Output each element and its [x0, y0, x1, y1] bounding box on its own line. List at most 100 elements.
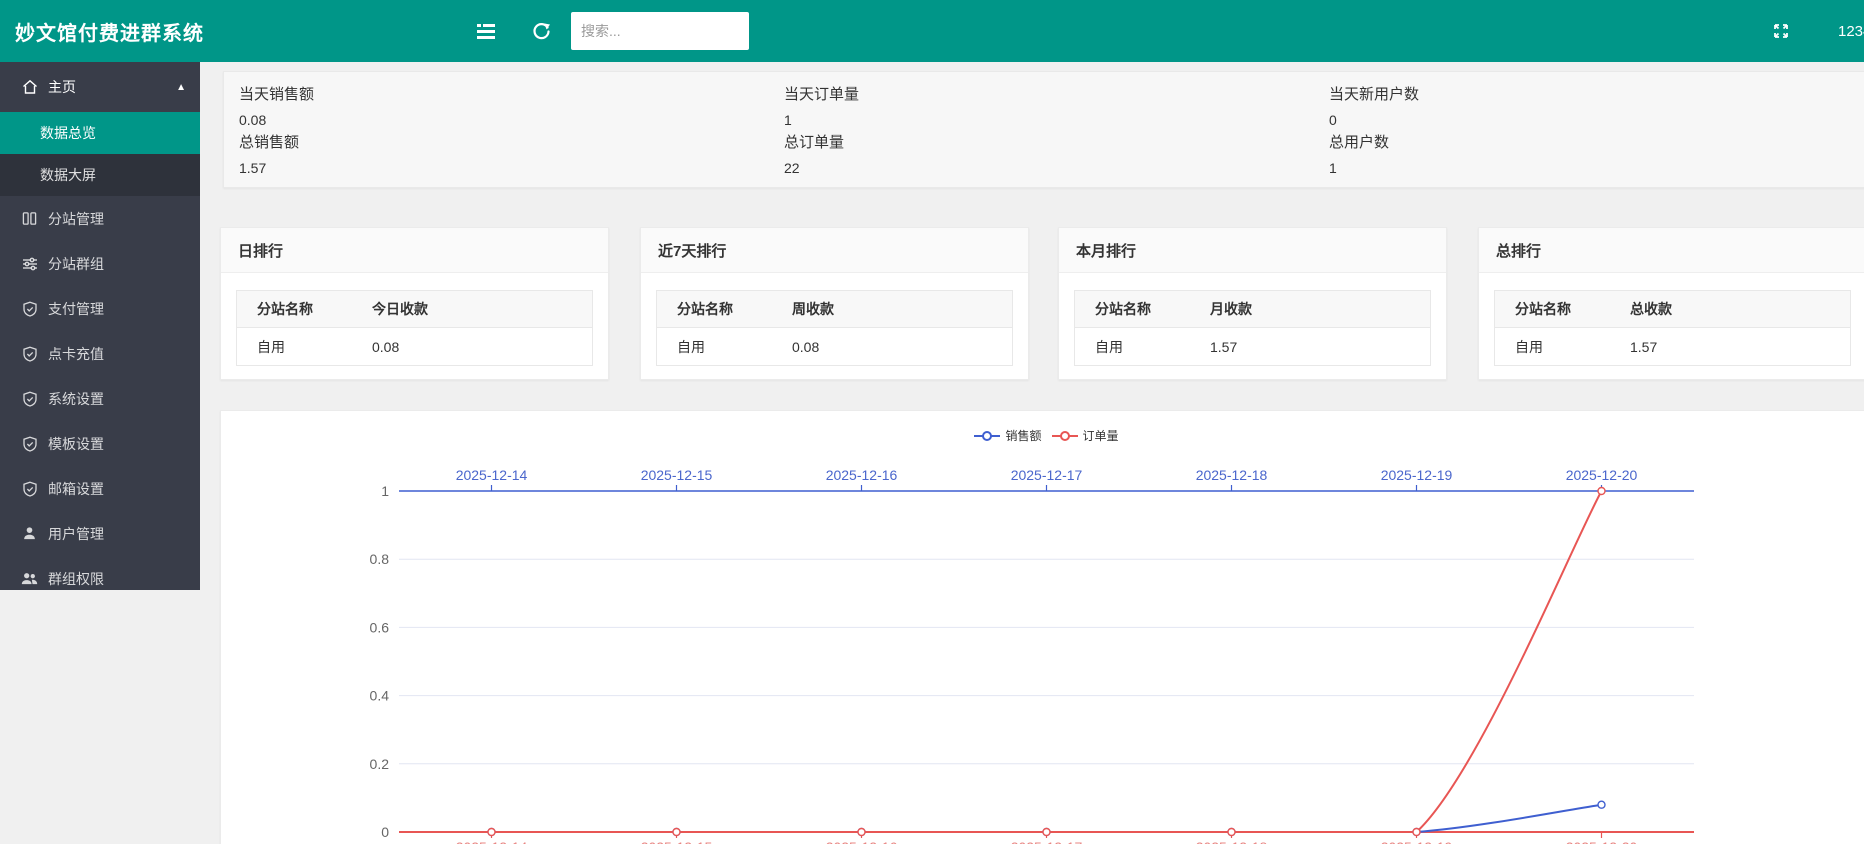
col-site-name: 分站名称: [237, 299, 372, 319]
stat-value: 22: [784, 158, 1329, 178]
sidebar-item-label: 群组权限: [48, 569, 104, 589]
search-input[interactable]: [571, 12, 749, 50]
sales-orders-line-chart: 0 0.2 0.4 0.6 0.8 1 2025-12-14 2025-12-15 2025-1…: [221, 411, 1864, 844]
svg-text:2025-12-15: 2025-12-15: [641, 839, 713, 844]
ranking-table: 分站名称 总收款 自用 1.57: [1494, 290, 1851, 366]
sidebar-item-label: 分站群组: [48, 254, 104, 274]
stat-label: 总用户数: [1329, 132, 1864, 154]
ranking-table-header: 分站名称 总收款: [1495, 291, 1850, 328]
svg-text:0.4: 0.4: [370, 688, 390, 704]
shield-check-icon: [21, 390, 38, 407]
ranking-card-title: 日排行: [221, 228, 608, 273]
stat-value: 0: [1329, 110, 1864, 130]
ranking-table-header: 分站名称 周收款: [657, 291, 1012, 328]
stat-label: 总销售额: [239, 132, 784, 154]
sidebar-item-label: 点卡充值: [48, 344, 104, 364]
table-row: 自用 0.08: [237, 328, 592, 365]
svg-text:2025-12-14: 2025-12-14: [456, 467, 528, 483]
sidebar-subitem-label: 数据大屏: [40, 165, 96, 185]
sidebar-item-home[interactable]: 主页 ▲: [0, 62, 200, 112]
table-row: 自用 0.08: [657, 328, 1012, 365]
sales-orders-chart-card: 销售额订单量 00.20.40.60.812025-12-142025-12-1…: [220, 410, 1864, 844]
cell-amount: 1.57: [1210, 339, 1430, 355]
sidebar-subitem-data-screen[interactable]: 数据大屏: [0, 154, 200, 196]
cell-amount: 1.57: [1630, 339, 1850, 355]
col-amount: 月收款: [1210, 299, 1430, 319]
cell-amount: 0.08: [372, 339, 592, 355]
col-site-name: 分站名称: [1075, 299, 1210, 319]
sidebar-item-substation-groups[interactable]: 分站群组: [0, 241, 200, 286]
stat-today-orders: 当天订单量 1: [784, 84, 1329, 132]
col-site-name: 分站名称: [1495, 299, 1630, 319]
col-site-name: 分站名称: [657, 299, 792, 319]
sidebar-item-label: 邮箱设置: [48, 479, 104, 499]
sidebar-item-group-permissions[interactable]: 群组权限: [0, 556, 200, 601]
svg-text:0.8: 0.8: [370, 551, 390, 567]
cell-amount: 0.08: [792, 339, 1012, 355]
ranking-table: 分站名称 今日收款 自用 0.08: [236, 290, 593, 366]
sidebar-item-label: 模板设置: [48, 434, 104, 454]
sidebar-item-system-settings[interactable]: 系统设置: [0, 376, 200, 421]
sidebar-item-label: 用户管理: [48, 524, 104, 544]
panels-icon: [21, 210, 38, 227]
table-row: 自用 1.57: [1495, 328, 1850, 365]
app-title: 妙文馆付费进群系统: [15, 0, 204, 62]
cell-site-name: 自用: [1075, 337, 1210, 357]
sidebar-item-label: 分站管理: [48, 209, 104, 229]
stat-value: 1: [784, 110, 1329, 130]
sidebar-item-label: 主页: [48, 77, 76, 97]
svg-text:0.2: 0.2: [370, 756, 390, 772]
sidebar-item-mail-settings[interactable]: 邮箱设置: [0, 466, 200, 511]
user-icon: [21, 525, 38, 542]
shield-check-icon: [21, 300, 38, 317]
svg-text:2025-12-20: 2025-12-20: [1566, 467, 1638, 483]
cell-site-name: 自用: [657, 337, 792, 357]
stat-today-new-users: 当天新用户数 0: [1329, 84, 1864, 132]
ranking-card-daily: 日排行 分站名称 今日收款 自用 0.08: [220, 227, 609, 380]
svg-text:0: 0: [381, 824, 389, 840]
svg-text:2025-12-17: 2025-12-17: [1011, 839, 1083, 844]
home-icon: [21, 79, 38, 96]
svg-text:2025-12-17: 2025-12-17: [1011, 467, 1083, 483]
ranking-card-7days: 近7天排行 分站名称 周收款 自用 0.08: [640, 227, 1029, 380]
sidebar-item-substation-manage[interactable]: 分站管理: [0, 196, 200, 241]
sidebar-item-template-settings[interactable]: 模板设置: [0, 421, 200, 466]
ranking-table: 分站名称 月收款 自用 1.57: [1074, 290, 1431, 366]
sidebar-item-label: 系统设置: [48, 389, 104, 409]
stat-total-orders: 总订单量 22: [784, 132, 1329, 180]
sliders-icon: [21, 255, 38, 272]
sidebar-subitem-label: 数据总览: [40, 123, 96, 143]
stat-value: 1.57: [239, 158, 784, 178]
fullscreen-icon[interactable]: [1761, 0, 1801, 62]
table-row: 自用 1.57: [1075, 328, 1430, 365]
svg-text:2025-12-18: 2025-12-18: [1196, 467, 1268, 483]
col-amount: 周收款: [792, 299, 1012, 319]
sidebar-nav: 主页 ▲ 数据总览 数据大屏 分站管理 分站群组 支付管理: [0, 62, 200, 590]
stat-today-sales: 当天销售额 0.08: [239, 84, 784, 132]
svg-text:2025-12-14: 2025-12-14: [456, 839, 528, 844]
chevron-up-icon: ▲: [176, 82, 186, 93]
sidebar-subitem-data-overview[interactable]: 数据总览: [0, 112, 200, 154]
svg-text:2025-12-19: 2025-12-19: [1381, 467, 1453, 483]
username[interactable]: 12345: [1838, 0, 1864, 62]
stat-value: 0.08: [239, 110, 784, 130]
menu-toggle-icon[interactable]: [466, 0, 506, 62]
svg-text:0.6: 0.6: [370, 619, 390, 635]
sidebar-item-payment-manage[interactable]: 支付管理: [0, 286, 200, 331]
svg-text:2025-12-16: 2025-12-16: [826, 467, 898, 483]
cell-site-name: 自用: [237, 337, 372, 357]
ranking-table-header: 分站名称 月收款: [1075, 291, 1430, 328]
col-amount: 今日收款: [372, 299, 592, 319]
sidebar-item-user-manage[interactable]: 用户管理: [0, 511, 200, 556]
svg-text:2025-12-18: 2025-12-18: [1196, 839, 1268, 844]
svg-text:1: 1: [381, 483, 389, 499]
stat-total-sales: 总销售额 1.57: [239, 132, 784, 180]
ranking-card-title: 近7天排行: [641, 228, 1028, 273]
svg-text:2025-12-19: 2025-12-19: [1381, 839, 1453, 844]
sidebar-item-card-recharge[interactable]: 点卡充值: [0, 331, 200, 376]
refresh-icon[interactable]: [521, 0, 561, 62]
ranking-table: 分站名称 周收款 自用 0.08: [656, 290, 1013, 366]
stat-label: 总订单量: [784, 132, 1329, 154]
shield-check-icon: [21, 480, 38, 497]
svg-text:2025-12-20: 2025-12-20: [1566, 839, 1638, 844]
